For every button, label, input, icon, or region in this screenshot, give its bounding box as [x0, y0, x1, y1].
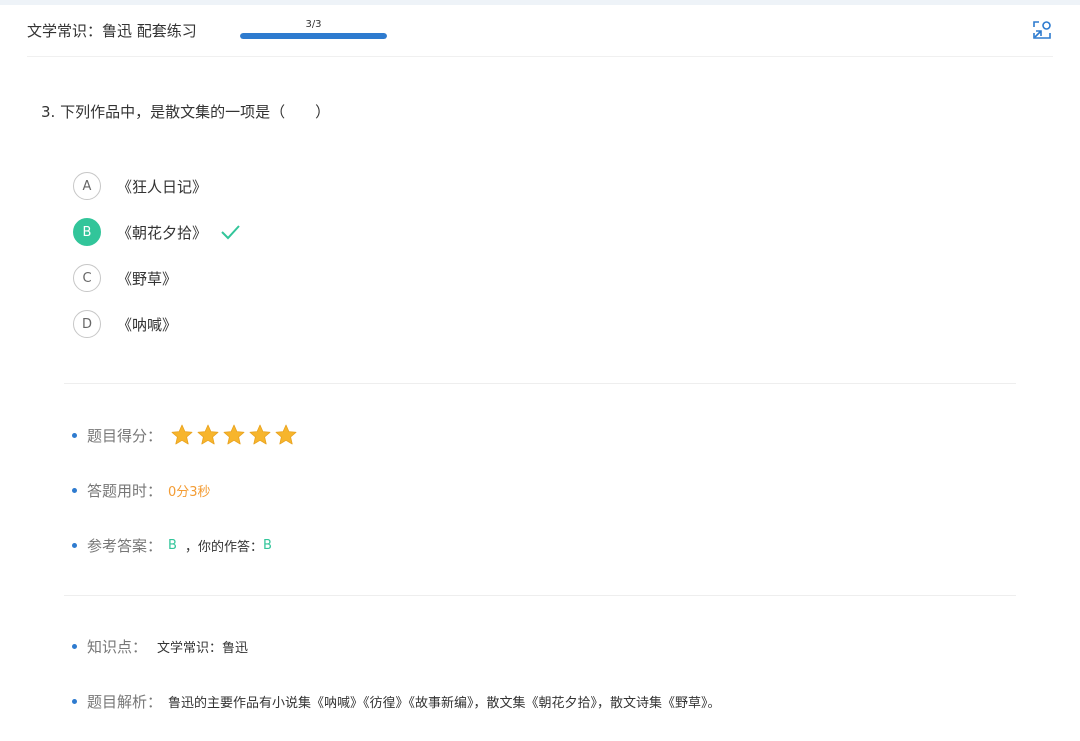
bullet — [72, 487, 77, 493]
progress-text: 3/3 — [305, 19, 322, 30]
option-c-circle: C — [73, 264, 101, 292]
bullet — [72, 643, 77, 649]
page-title: 文学常识：鲁迅 配套练习 — [27, 22, 197, 40]
option-c[interactable]: C 《野草》 — [73, 264, 241, 292]
your-answer-label: ，你的作答： — [184, 539, 263, 555]
option-a[interactable]: A 《狂人日记》 — [73, 172, 241, 200]
answer-label: 参考答案： — [87, 536, 163, 555]
option-d-circle: D — [73, 310, 101, 338]
check-icon — [221, 225, 240, 240]
star-icon — [197, 424, 219, 445]
star-rating — [170, 423, 300, 447]
star-icon — [223, 424, 245, 445]
answer-row: 参考答案： B ，你的作答： B — [72, 533, 272, 557]
analysis-row: 题目解析： 鲁迅的主要作品有小说集《呐喊》《彷徨》《故事新编》，散文集《朝花夕拾… — [72, 689, 721, 713]
divider — [64, 595, 1016, 596]
progress-fill — [240, 33, 387, 39]
bullet — [72, 432, 77, 438]
analysis-value: 鲁迅的主要作品有小说集《呐喊》《彷徨》《故事新编》，散文集《朝花夕拾》，散文诗集… — [168, 695, 721, 711]
option-b-circle: B — [73, 218, 101, 246]
divider — [64, 383, 1016, 384]
options-list: A 《狂人日记》 B 《朝花夕拾》 C 《野草》 D 《呐喊》 — [73, 172, 241, 356]
option-d-text: 《呐喊》 — [117, 315, 178, 334]
bullet — [72, 542, 77, 548]
option-b[interactable]: B 《朝花夕拾》 — [73, 218, 241, 246]
progress-track — [240, 33, 387, 39]
expand-icon — [1033, 21, 1051, 39]
your-answer-value: B — [262, 537, 272, 553]
option-a-text: 《狂人日记》 — [117, 177, 208, 196]
header: 文学常识：鲁迅 配套练习 3/3 — [27, 5, 1053, 57]
option-c-text: 《野草》 — [117, 269, 178, 288]
time-label: 答题用时： — [87, 481, 163, 500]
time-row: 答题用时： 0分3秒 — [72, 478, 211, 502]
progress: 3/3 — [240, 19, 387, 41]
score-label: 题目得分： — [87, 426, 163, 445]
option-a-circle: A — [73, 172, 101, 200]
question-text: 3. 下列作品中，是散文集的一项是（ ） — [41, 103, 331, 121]
knowledge-value: 文学常识：鲁迅 — [157, 640, 249, 656]
star-icon — [275, 424, 297, 445]
knowledge-label: 知识点： — [87, 637, 148, 656]
option-b-text: 《朝花夕拾》 — [117, 223, 208, 242]
time-value: 0分3秒 — [168, 484, 211, 500]
knowledge-row: 知识点： 文学常识：鲁迅 — [72, 634, 248, 658]
star-icon — [171, 424, 193, 445]
bullet — [72, 698, 77, 704]
score-row: 题目得分： — [72, 423, 300, 447]
answer-value: B — [168, 537, 177, 553]
star-icon — [249, 424, 271, 445]
analysis-label: 题目解析： — [87, 692, 163, 711]
expand-button[interactable] — [1031, 19, 1053, 41]
option-d[interactable]: D 《呐喊》 — [73, 310, 241, 338]
